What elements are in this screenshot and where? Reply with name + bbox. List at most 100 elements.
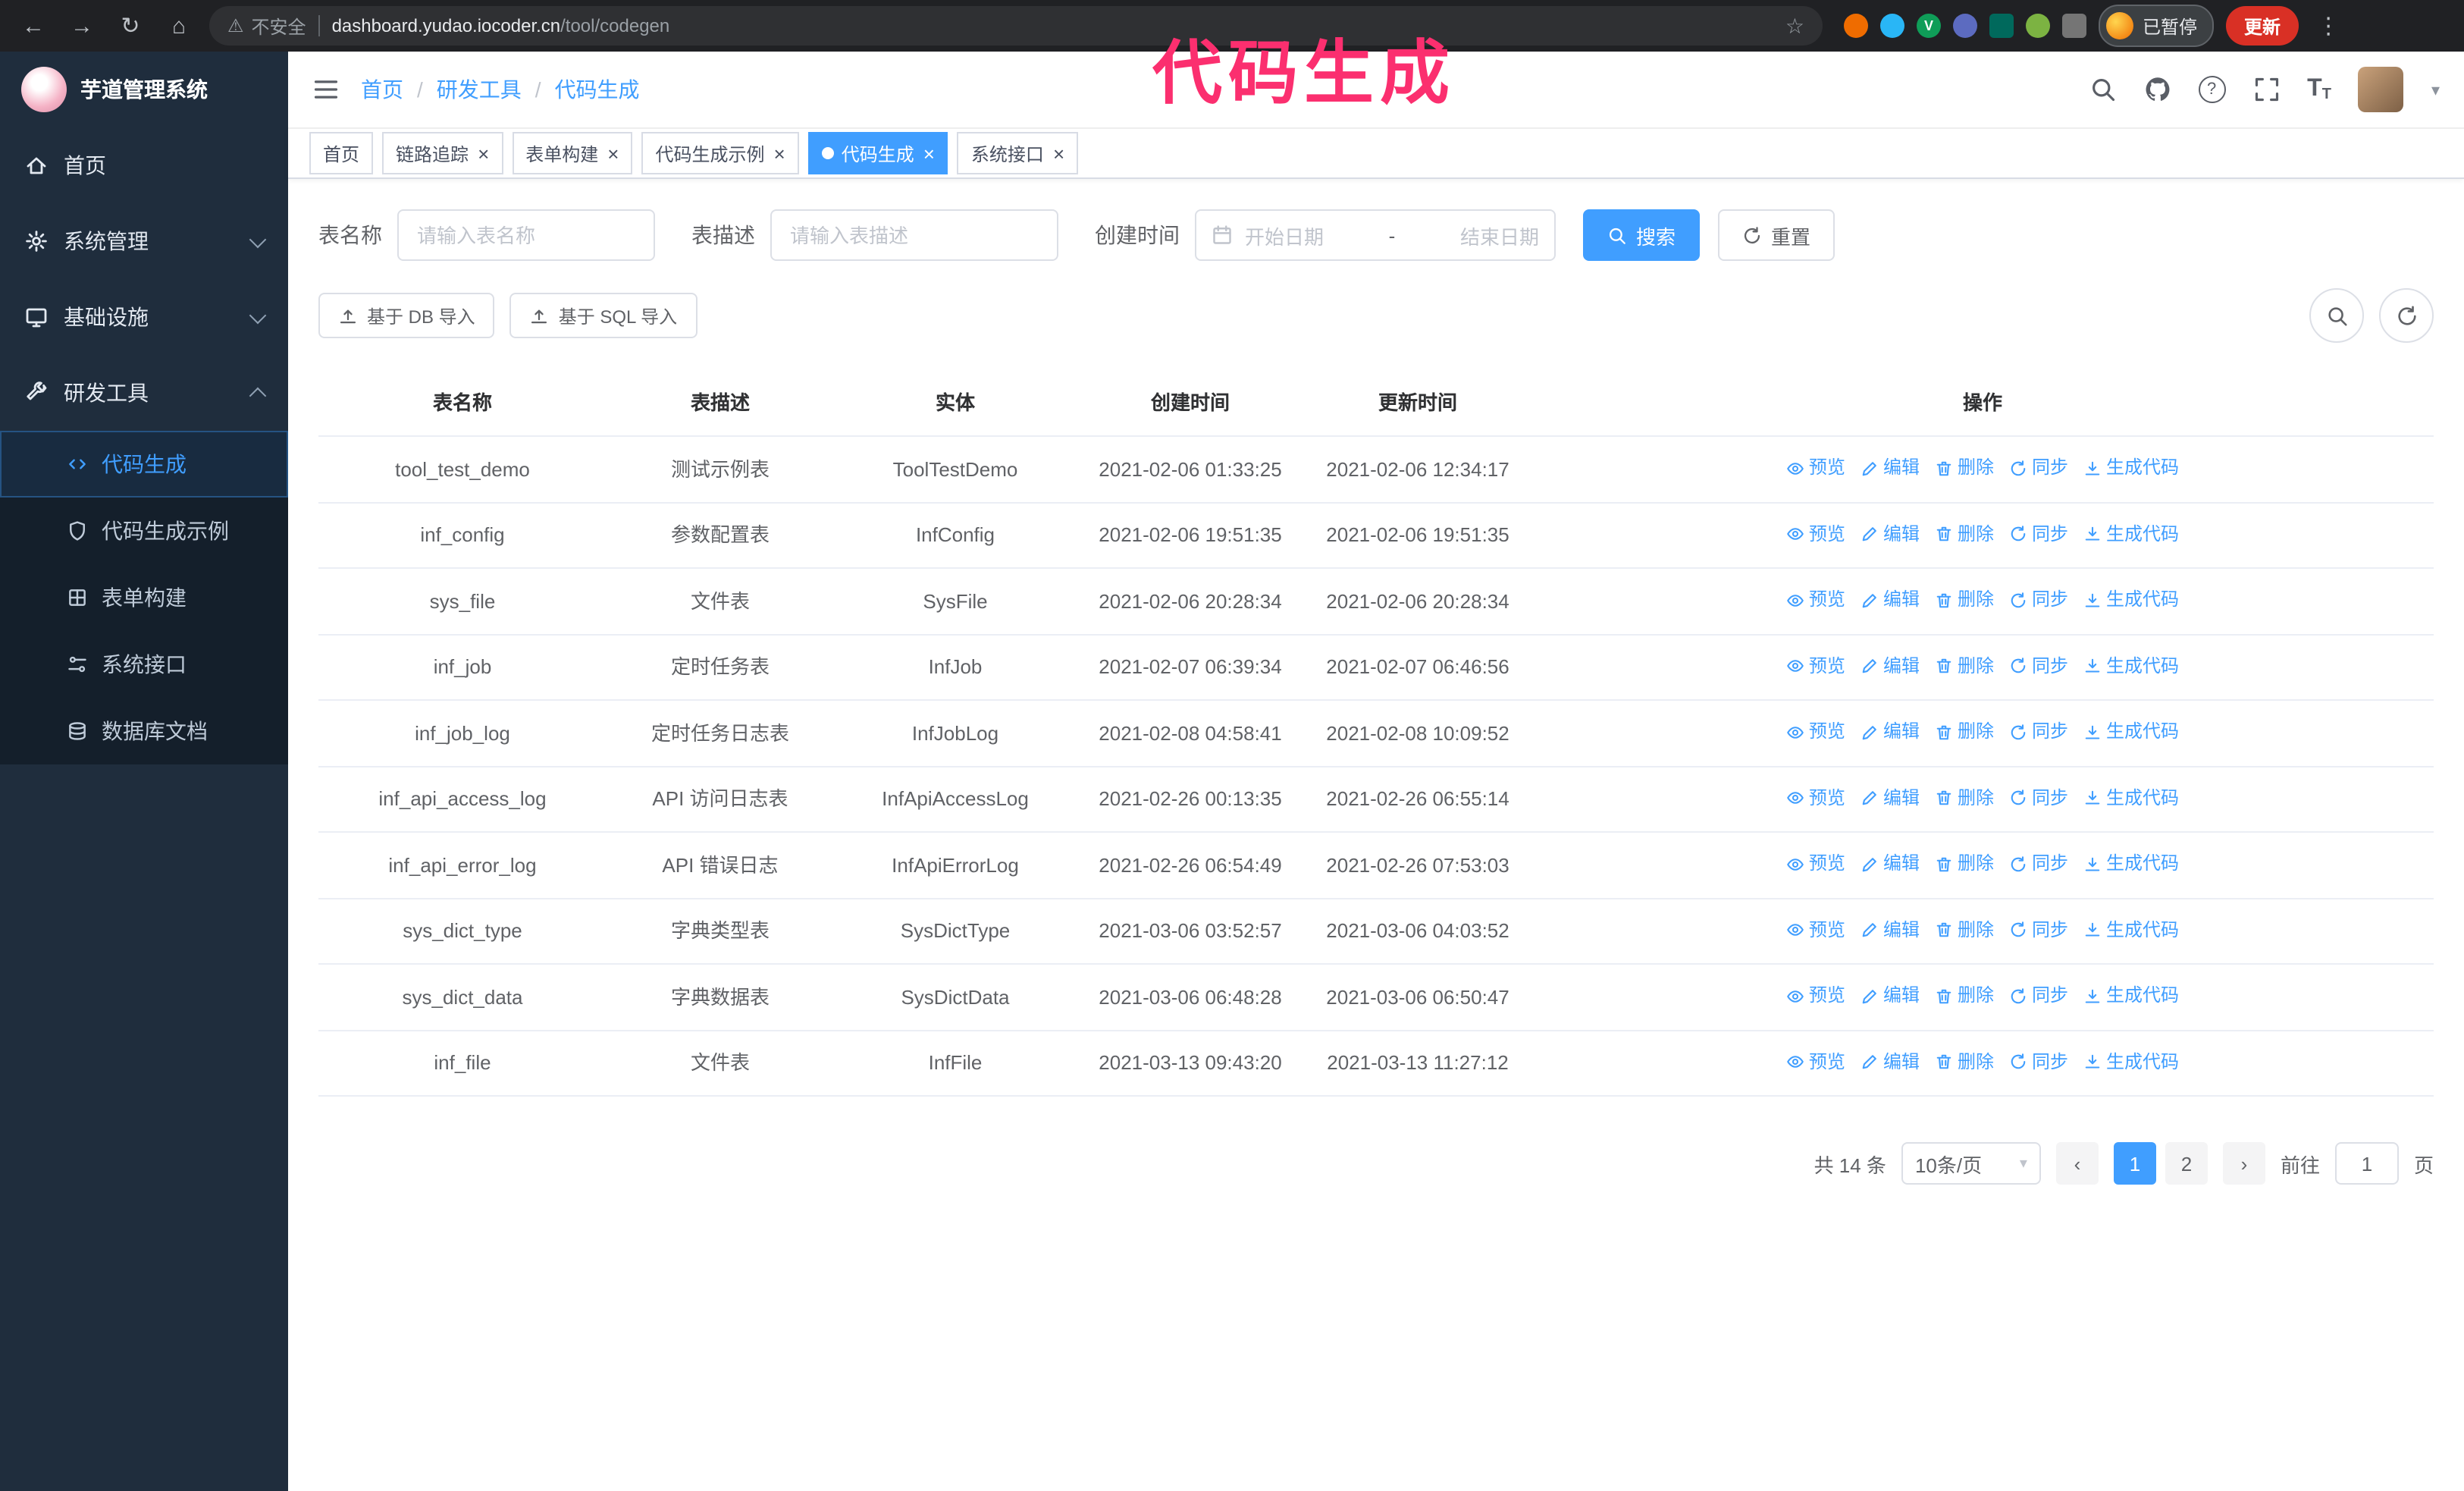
extension-icon[interactable] <box>1880 14 1904 38</box>
import-sql-button[interactable]: 基于 SQL 导入 <box>509 293 698 338</box>
sidebar-item-home[interactable]: 首页 <box>0 127 288 203</box>
edit-link[interactable]: 编辑 <box>1861 848 1920 880</box>
delete-link[interactable]: 删除 <box>1935 584 1994 616</box>
date-range-picker[interactable]: 开始日期 - 结束日期 <box>1195 209 1556 261</box>
delete-link[interactable]: 删除 <box>1935 518 1994 550</box>
browser-refresh-button[interactable]: ↻ <box>112 8 149 44</box>
goto-page-input[interactable] <box>2334 1142 2399 1185</box>
next-page-button[interactable]: › <box>2222 1142 2265 1185</box>
tab[interactable]: 表单构建 × <box>512 132 633 174</box>
sync-link[interactable]: 同步 <box>2009 518 2068 550</box>
tab-close-icon[interactable]: × <box>923 143 935 163</box>
sidebar-item-infra[interactable]: 基础设施 <box>0 279 288 355</box>
address-bar[interactable]: ⚠ 不安全 dashboard.yudao.iocoder.cn/tool/co… <box>209 6 1823 46</box>
preview-link[interactable]: 预览 <box>1786 848 1845 880</box>
generate-code-link[interactable]: 生成代码 <box>2083 452 2179 484</box>
delete-link[interactable]: 删除 <box>1935 782 1994 814</box>
breadcrumb-item[interactable]: 研发工具 <box>437 74 522 105</box>
tab-close-icon[interactable]: × <box>1053 143 1064 163</box>
sidebar-collapse-icon[interactable] <box>312 76 340 103</box>
security-warning[interactable]: ⚠ 不安全 <box>227 13 306 39</box>
preview-link[interactable]: 预览 <box>1786 584 1845 616</box>
generate-code-link[interactable]: 生成代码 <box>2083 980 2179 1012</box>
preview-link[interactable]: 预览 <box>1786 716 1845 748</box>
delete-link[interactable]: 删除 <box>1935 1046 1994 1078</box>
tab-close-icon[interactable]: × <box>607 143 619 163</box>
tab-close-icon[interactable]: × <box>478 143 489 163</box>
sync-link[interactable]: 同步 <box>2009 650 2068 682</box>
tab[interactable]: 代码生成示例 × <box>641 132 799 174</box>
tab[interactable]: 系统接口 × <box>957 132 1079 174</box>
sync-link[interactable]: 同步 <box>2009 584 2068 616</box>
sync-link[interactable]: 同步 <box>2009 914 2068 946</box>
browser-back-button[interactable]: ← <box>15 8 52 44</box>
preview-link[interactable]: 预览 <box>1786 980 1845 1012</box>
extension-icon[interactable]: V <box>1917 14 1941 38</box>
tab[interactable]: 首页 <box>309 132 374 174</box>
font-size-icon[interactable]: TT <box>2307 76 2331 103</box>
edit-link[interactable]: 编辑 <box>1861 1046 1920 1078</box>
sync-link[interactable]: 同步 <box>2009 848 2068 880</box>
browser-menu-icon[interactable]: ⋮ <box>2311 12 2346 39</box>
page-button-1[interactable]: 1 <box>2113 1142 2156 1185</box>
tab-close-icon[interactable]: × <box>774 143 785 163</box>
edit-link[interactable]: 编辑 <box>1861 452 1920 484</box>
breadcrumb-item[interactable]: 代码生成 <box>555 74 640 105</box>
page-button-2[interactable]: 2 <box>2165 1142 2208 1185</box>
edit-link[interactable]: 编辑 <box>1861 716 1920 748</box>
edit-link[interactable]: 编辑 <box>1861 914 1920 946</box>
extension-icon[interactable] <box>1844 14 1868 38</box>
browser-forward-button[interactable]: → <box>64 8 100 44</box>
preview-link[interactable]: 预览 <box>1786 782 1845 814</box>
delete-link[interactable]: 删除 <box>1935 716 1994 748</box>
sidebar-item-codegen[interactable]: 代码生成 <box>0 431 288 498</box>
chrome-update-button[interactable]: 更新 <box>2226 6 2299 46</box>
refresh-table-button[interactable] <box>2379 288 2434 343</box>
delete-link[interactable]: 删除 <box>1935 914 1994 946</box>
preview-link[interactable]: 预览 <box>1786 914 1845 946</box>
toggle-search-button[interactable] <box>2309 288 2364 343</box>
generate-code-link[interactable]: 生成代码 <box>2083 848 2179 880</box>
fullscreen-icon[interactable] <box>2252 76 2280 103</box>
edit-link[interactable]: 编辑 <box>1861 650 1920 682</box>
sync-link[interactable]: 同步 <box>2009 716 2068 748</box>
edit-link[interactable]: 编辑 <box>1861 584 1920 616</box>
extension-icon[interactable] <box>1989 14 2014 38</box>
delete-link[interactable]: 删除 <box>1935 848 1994 880</box>
extension-icon[interactable] <box>1953 14 1977 38</box>
sync-link[interactable]: 同步 <box>2009 980 2068 1012</box>
page-size-select[interactable]: 10条/页 ▾ <box>1901 1142 2041 1185</box>
preview-link[interactable]: 预览 <box>1786 650 1845 682</box>
delete-link[interactable]: 删除 <box>1935 650 1994 682</box>
generate-code-link[interactable]: 生成代码 <box>2083 518 2179 550</box>
generate-code-link[interactable]: 生成代码 <box>2083 1046 2179 1078</box>
edit-link[interactable]: 编辑 <box>1861 518 1920 550</box>
tab[interactable]: 链路追踪 × <box>382 132 503 174</box>
table-name-input[interactable] <box>397 209 655 261</box>
extension-icon[interactable] <box>2026 14 2050 38</box>
delete-link[interactable]: 删除 <box>1935 452 1994 484</box>
sidebar-item-system-api[interactable]: 系统接口 <box>0 631 288 698</box>
generate-code-link[interactable]: 生成代码 <box>2083 782 2179 814</box>
preview-link[interactable]: 预览 <box>1786 518 1845 550</box>
import-db-button[interactable]: 基于 DB 导入 <box>318 293 495 338</box>
search-icon[interactable] <box>2089 76 2116 103</box>
edit-link[interactable]: 编辑 <box>1861 782 1920 814</box>
prev-page-button[interactable]: ‹ <box>2055 1142 2099 1185</box>
preview-link[interactable]: 预览 <box>1786 1046 1845 1078</box>
generate-code-link[interactable]: 生成代码 <box>2083 914 2179 946</box>
profile-paused-badge[interactable]: 已暂停 <box>2099 5 2215 47</box>
sidebar-item-devtools[interactable]: 研发工具 <box>0 355 288 431</box>
edit-link[interactable]: 编辑 <box>1861 980 1920 1012</box>
extension-icon[interactable] <box>2062 14 2086 38</box>
sidebar-item-codegen-example[interactable]: 代码生成示例 <box>0 498 288 564</box>
preview-link[interactable]: 预览 <box>1786 452 1845 484</box>
sync-link[interactable]: 同步 <box>2009 1046 2068 1078</box>
help-icon[interactable]: ? <box>2198 76 2226 103</box>
bookmark-star-icon[interactable]: ☆ <box>1785 13 1804 39</box>
table-desc-input[interactable] <box>770 209 1058 261</box>
user-avatar[interactable] <box>2358 67 2404 112</box>
tab[interactable]: 代码生成 × <box>807 132 948 174</box>
generate-code-link[interactable]: 生成代码 <box>2083 716 2179 748</box>
reset-button[interactable]: 重置 <box>1718 209 1835 261</box>
